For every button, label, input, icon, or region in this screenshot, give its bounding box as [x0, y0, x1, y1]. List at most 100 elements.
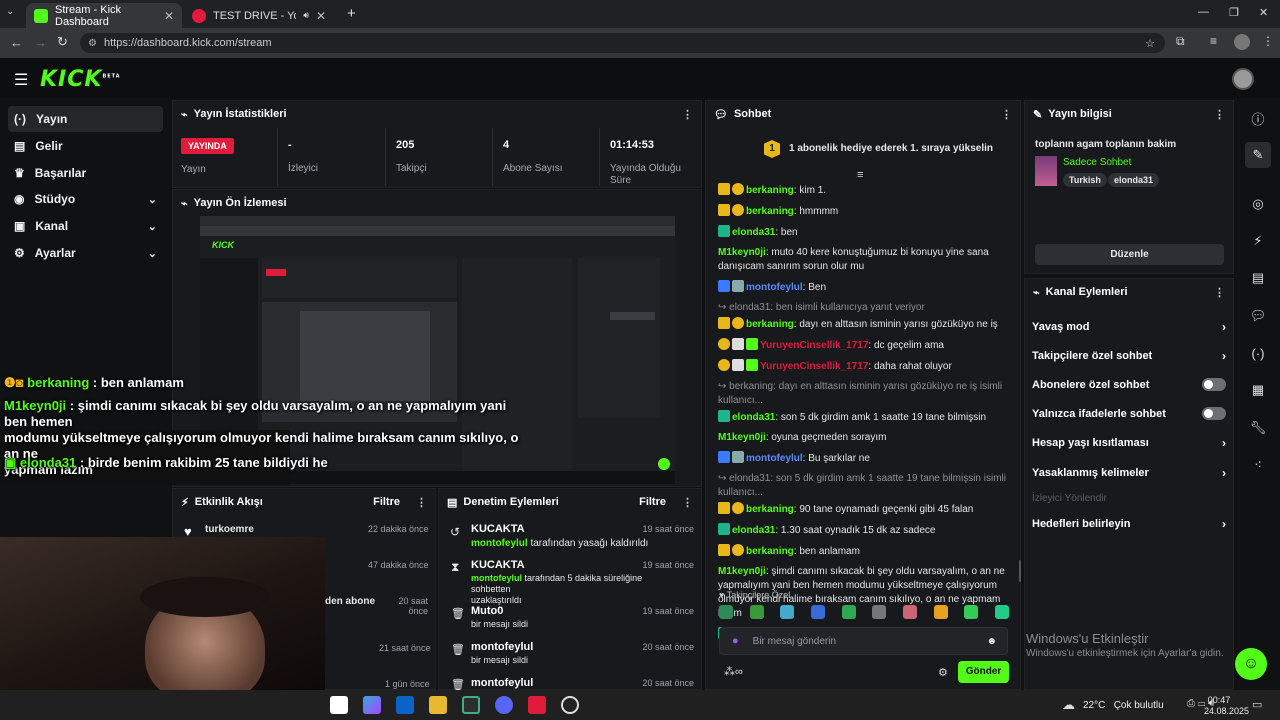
layout-icon[interactable]: ▦	[1245, 377, 1271, 403]
document-icon[interactable]: ▤	[1245, 265, 1271, 291]
subscribers-only-toggle[interactable]	[1202, 378, 1226, 391]
tab-youtube-music[interactable]: TEST DRIVE - YouTube Musi 🔊︎ ✕	[184, 3, 334, 28]
action-set-goals[interactable]: Hedefleri belirleyin ›	[1024, 509, 1234, 538]
mod-target[interactable]: KUCAKTA	[471, 523, 525, 535]
sidebar-item-kanal[interactable]: ▣ Kanal ⌄	[8, 213, 163, 239]
chat-username[interactable]: elonda31	[732, 227, 775, 238]
m365-app-icon[interactable]	[363, 696, 381, 714]
chat-scrollbar[interactable]	[1019, 560, 1021, 582]
sidebar-item-basarilar[interactable]: ♛ Başarılar	[8, 160, 163, 186]
profile-avatar[interactable]	[1234, 34, 1250, 50]
hamburger-menu-icon[interactable]: ☰	[14, 70, 28, 90]
more-options-icon[interactable]: ⋮	[1001, 108, 1012, 121]
microphone-icon[interactable]: ●	[732, 635, 739, 647]
emotes-only-toggle[interactable]	[1202, 407, 1226, 420]
more-options-icon[interactable]: ⋮	[682, 496, 693, 509]
chat-username[interactable]: montofeylul	[746, 282, 803, 293]
emote-icon[interactable]	[780, 605, 795, 619]
store-app-icon[interactable]	[330, 696, 348, 714]
extensions-icon[interactable]: ⧉	[1176, 34, 1185, 49]
emote-icon[interactable]	[749, 605, 764, 619]
chat-username[interactable]: montofeylul	[746, 453, 803, 464]
tag-chip[interactable]: elonda31	[1108, 173, 1160, 187]
chat-username[interactable]: elonda31	[732, 412, 775, 423]
dots-icon[interactable]: ⁖	[1245, 452, 1271, 478]
broadcast-icon[interactable]: (·)	[1245, 340, 1271, 366]
more-options-icon[interactable]: ⋮	[1214, 286, 1225, 299]
mod-actor[interactable]: montofeylul	[471, 538, 528, 549]
chat-username[interactable]: berkaning	[746, 206, 794, 217]
chat-username[interactable]: M1keyn0ji	[718, 432, 766, 443]
wrench-icon[interactable]: 🔧︎	[1245, 415, 1271, 441]
close-tab-icon[interactable]: ✕	[164, 9, 174, 23]
forward-icon[interactable]: →	[34, 35, 47, 50]
action-banned-words[interactable]: Yasaklanmış kelimeler ›	[1024, 458, 1234, 487]
user-avatar[interactable]	[1232, 68, 1254, 90]
tab-search-icon[interactable]: ⌄	[6, 6, 14, 17]
minimize-icon[interactable]: —	[1198, 6, 1209, 18]
site-info-icon[interactable]: ⚙	[88, 38, 97, 49]
emote-icon[interactable]	[841, 605, 856, 619]
chat-username[interactable]: M1keyn0ji	[718, 566, 766, 577]
chrome-app-icon[interactable]	[462, 696, 480, 714]
more-options-icon[interactable]: ⋮	[416, 496, 427, 509]
reload-icon[interactable]: ↻	[57, 34, 68, 50]
file-explorer-icon[interactable]	[429, 696, 447, 714]
support-chat-icon[interactable]: ☺	[1235, 648, 1267, 680]
action-slow-mode[interactable]: Yavaş mod ›	[1024, 312, 1234, 341]
tag-chip[interactable]: Turkish	[1063, 173, 1107, 187]
mod-actor[interactable]: montofeylul	[471, 573, 522, 583]
chat-username[interactable]: elonda31	[732, 525, 775, 536]
chat-settings-icon[interactable]: ⚙	[938, 666, 948, 679]
sidebar-item-yayin[interactable]: (·) Yayın	[8, 106, 163, 132]
chat-bubble-icon[interactable]: 💬︎	[1245, 303, 1271, 329]
maximize-icon[interactable]: ❐	[1229, 6, 1239, 19]
close-window-icon[interactable]: ✕	[1259, 6, 1268, 19]
winrar-app-icon[interactable]	[528, 696, 546, 714]
points-icon[interactable]: ⁂∞	[724, 665, 743, 678]
emote-icon[interactable]	[964, 605, 979, 619]
camera-icon[interactable]: ◎	[1245, 191, 1271, 217]
emote-icon[interactable]	[872, 605, 887, 619]
emote-icon[interactable]	[810, 605, 825, 619]
more-options-icon[interactable]: ⋮	[682, 108, 693, 121]
chat-username[interactable]: berkaning	[746, 546, 794, 557]
action-account-age[interactable]: Hesap yaşı kısıtlaması ›	[1024, 428, 1234, 457]
emote-icon[interactable]	[933, 605, 948, 619]
emoji-icon[interactable]: ☻	[986, 636, 997, 647]
lightning-icon[interactable]: ⚡︎	[1245, 228, 1271, 254]
sidebar-item-gelir[interactable]: ▤ Gelir	[8, 133, 163, 159]
chat-username[interactable]: YuruyenCinsellik_1717	[760, 340, 868, 351]
chat-username[interactable]: berkaning	[746, 504, 794, 515]
more-options-icon[interactable]: ⋮	[1214, 108, 1225, 121]
mod-target[interactable]: montofeylul	[471, 641, 533, 653]
tab-kick-dashboard[interactable]: Stream - Kick Dashboard ✕	[26, 3, 182, 28]
mod-target[interactable]: Muto0	[471, 605, 503, 617]
media-control-icon[interactable]: ≡	[1210, 34, 1217, 48]
kick-logo[interactable]: KICKBETA	[40, 67, 121, 92]
chat-username[interactable]: M1keyn0ji	[718, 247, 766, 258]
outlook-app-icon[interactable]	[396, 696, 414, 714]
browser-menu-icon[interactable]: ⋮	[1262, 34, 1274, 48]
pencil-icon[interactable]: ✎	[1245, 142, 1271, 168]
close-tab-icon[interactable]: ✕	[316, 9, 326, 23]
sidebar-item-studyo[interactable]: ◉ Stüdyo ⌄	[8, 186, 163, 212]
new-tab-icon[interactable]: +	[347, 5, 356, 22]
notifications-icon[interactable]: ▭	[1252, 698, 1262, 711]
category-thumbnail[interactable]	[1035, 156, 1057, 186]
back-icon[interactable]: ←	[10, 35, 23, 50]
chat-username[interactable]: berkaning	[746, 185, 794, 196]
emote-icon[interactable]	[902, 605, 917, 619]
mod-target[interactable]: montofeylul	[471, 677, 533, 689]
discord-app-icon[interactable]	[495, 696, 513, 714]
filter-button[interactable]: Filtre	[373, 496, 400, 508]
obs-app-icon[interactable]	[561, 696, 579, 714]
speaker-icon[interactable]: 🔊︎	[303, 10, 309, 21]
sidebar-item-ayarlar[interactable]: ⚙ Ayarlar ⌄	[8, 240, 163, 266]
bookmark-star-icon[interactable]: ☆	[1145, 37, 1155, 50]
chat-username[interactable]: berkaning	[746, 319, 794, 330]
pinned-message[interactable]: 1 abonelik hediye ederek 1. sıraya yükse…	[789, 143, 993, 154]
send-button[interactable]: Gönder	[958, 661, 1009, 683]
emote-icon[interactable]	[994, 605, 1009, 619]
emote-icon[interactable]	[719, 605, 733, 619]
